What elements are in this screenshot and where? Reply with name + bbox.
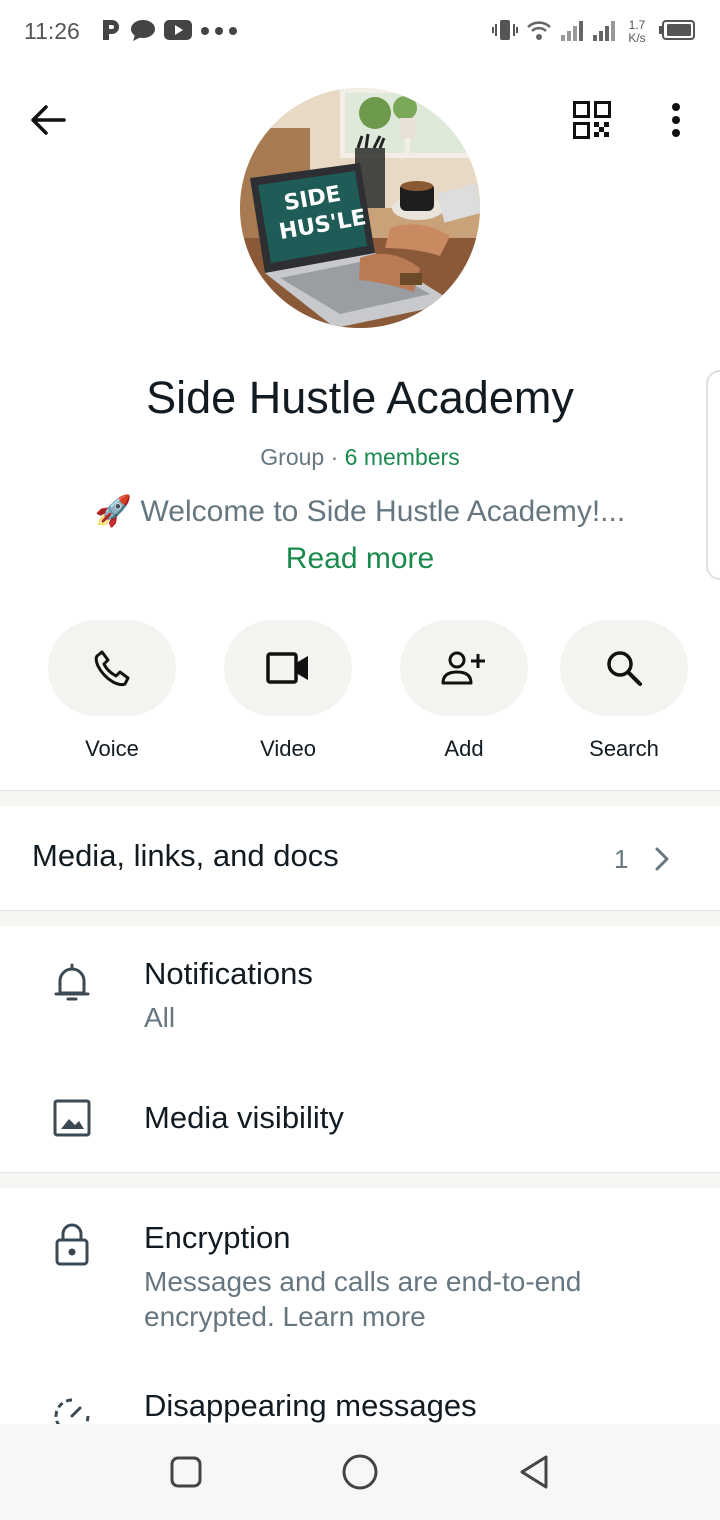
read-more-link[interactable]: Read more xyxy=(0,542,720,576)
home-button[interactable] xyxy=(336,1448,384,1496)
circle-icon xyxy=(342,1454,378,1490)
section-divider xyxy=(0,1172,720,1188)
status-bar: 11:26 1.7 K/s xyxy=(0,0,720,64)
search-label: Search xyxy=(589,736,659,761)
qr-code-icon xyxy=(573,101,611,139)
search-icon xyxy=(607,651,642,686)
more-options-button[interactable] xyxy=(652,96,700,144)
video-call-button[interactable] xyxy=(224,620,352,716)
lock-icon xyxy=(48,1220,96,1268)
media-links-docs-row[interactable]: Media, links, and docs 1 xyxy=(0,806,720,904)
rocket-emoji: 🚀 xyxy=(94,495,133,528)
group-name[interactable]: Side Hustle Academy xyxy=(0,372,720,424)
search-action[interactable]: Search xyxy=(560,620,688,762)
members-link[interactable]: 6 members xyxy=(345,444,460,470)
phone-icon xyxy=(94,650,130,687)
voice-call-action[interactable]: Voice xyxy=(48,620,176,762)
qr-code-button[interactable] xyxy=(568,96,616,144)
battery-icon xyxy=(658,19,696,46)
section-divider xyxy=(0,910,720,926)
system-navigation-bar xyxy=(0,1424,720,1520)
disappearing-messages-row[interactable]: Disappearing messages xyxy=(0,1370,720,1424)
image-icon xyxy=(48,1094,96,1142)
video-icon xyxy=(266,652,308,684)
vibrate-icon xyxy=(492,18,518,47)
group-description[interactable]: 🚀 Welcome to Side Hustle Academy!... xyxy=(0,494,720,529)
more-vert-icon xyxy=(672,103,680,137)
encryption-row[interactable]: Encryption Messages and calls are end-to… xyxy=(0,1200,720,1350)
video-call-label: Video xyxy=(260,736,316,761)
voice-call-label: Voice xyxy=(85,736,139,761)
signal-icon xyxy=(592,19,616,46)
media-visibility-title: Media visibility xyxy=(144,1100,344,1135)
add-member-button[interactable] xyxy=(400,620,528,716)
video-call-action[interactable]: Video xyxy=(224,620,352,762)
timer-icon xyxy=(48,1392,96,1424)
notifications-subtitle: All xyxy=(144,1002,176,1033)
bell-icon xyxy=(48,958,96,1006)
add-person-icon xyxy=(441,651,485,685)
notification-icons xyxy=(100,16,240,48)
chevron-right-icon xyxy=(650,844,674,879)
youtube-icon xyxy=(164,19,192,46)
media-links-docs-label: Media, links, and docs xyxy=(32,838,339,873)
group-meta: Group · 6 members xyxy=(0,444,720,471)
system-back-button[interactable] xyxy=(510,1448,558,1496)
group-avatar-image: SIDE HUS'LE xyxy=(240,88,480,328)
network-speed: 1.7 K/s xyxy=(628,18,646,45)
more-dots-icon xyxy=(200,23,240,41)
group-type: Group xyxy=(260,444,325,470)
square-icon xyxy=(170,1456,202,1488)
add-member-label: Add xyxy=(444,736,484,761)
voice-call-button[interactable] xyxy=(48,620,176,716)
parking-app-icon xyxy=(100,18,122,47)
encryption-subtitle: Messages and calls are end-to-end encryp… xyxy=(144,1266,582,1332)
media-visibility-row[interactable]: Media visibility xyxy=(0,1076,720,1166)
media-count: 1 xyxy=(614,844,629,874)
notifications-title: Notifications xyxy=(144,956,313,991)
arrow-left-icon xyxy=(31,105,66,135)
group-avatar[interactable]: SIDE HUS'LE xyxy=(240,88,480,328)
chat-bubble-icon xyxy=(130,18,156,47)
recents-button[interactable] xyxy=(162,1448,210,1496)
description-text: Welcome to Side Hustle Academy!... xyxy=(132,495,626,528)
search-button[interactable] xyxy=(560,620,688,716)
encryption-title: Encryption xyxy=(144,1220,291,1255)
meta-separator: · xyxy=(324,444,345,470)
notifications-row[interactable]: Notifications All xyxy=(0,940,720,1058)
system-icons: 1.7 K/s xyxy=(492,14,696,50)
signal-icon xyxy=(560,19,584,46)
section-divider xyxy=(0,790,720,806)
wifi-icon xyxy=(526,19,552,46)
add-member-action[interactable]: Add xyxy=(400,620,528,762)
back-button[interactable] xyxy=(24,96,72,144)
status-time: 11:26 xyxy=(24,18,80,44)
disappearing-messages-title: Disappearing messages xyxy=(144,1388,477,1423)
triangle-back-icon xyxy=(520,1455,548,1489)
